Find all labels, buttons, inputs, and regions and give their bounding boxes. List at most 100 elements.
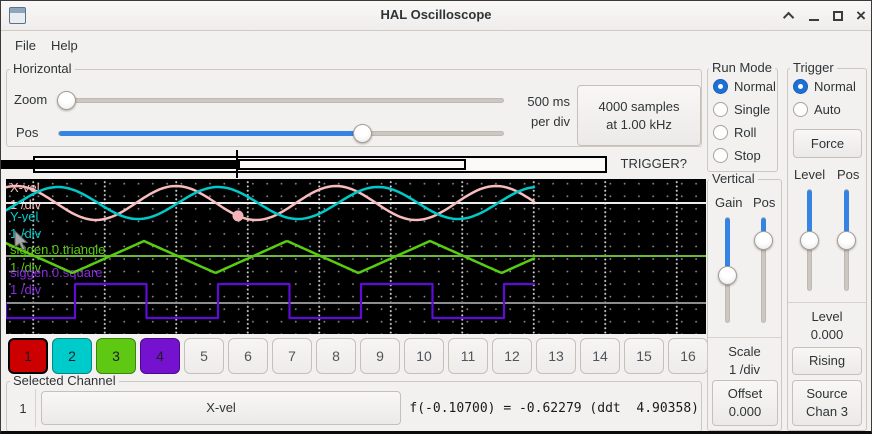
trigger-source-line2: Chan 3	[806, 403, 848, 421]
timebase-unit: per div	[506, 114, 570, 129]
channel-button-3[interactable]: 3	[96, 338, 136, 374]
trigger-edge-button[interactable]: Rising	[792, 347, 862, 375]
app-window: HAL Oscilloscope × File Help Horizontal …	[0, 0, 872, 434]
trigger-mode-auto[interactable]: Auto	[793, 102, 856, 117]
radio-label: Normal	[734, 79, 776, 94]
samples-line1: 4000 samples	[599, 98, 680, 116]
slider-handle[interactable]	[57, 91, 76, 110]
radio-icon	[793, 102, 808, 117]
channel-button-1[interactable]: 1	[8, 338, 48, 374]
menu-help[interactable]: Help	[45, 36, 84, 55]
trigger-level-slider[interactable]	[807, 189, 812, 291]
slider-handle[interactable]	[837, 231, 856, 250]
minimize-icon	[809, 19, 819, 21]
maximize-icon	[833, 11, 843, 21]
record-view-bar	[238, 159, 466, 170]
window-title: HAL Oscilloscope	[1, 7, 871, 22]
channel-button-4[interactable]: 4	[140, 338, 180, 374]
horizontal-pos-slider[interactable]	[58, 131, 504, 136]
record-cursor[interactable]	[236, 150, 238, 178]
radio-icon	[713, 148, 728, 163]
radio-label: Stop	[734, 148, 761, 163]
channel-button-11[interactable]: 11	[448, 338, 488, 374]
radio-icon	[793, 79, 808, 94]
force-trigger-label: Force	[811, 135, 844, 153]
selected-channel-group-label: Selected Channel	[10, 374, 119, 388]
selected-channel-number: 1	[15, 401, 31, 416]
channel-button-10[interactable]: 10	[404, 338, 444, 374]
scale-caption: Scale	[708, 344, 781, 359]
radio-icon	[713, 102, 728, 117]
channel-source-button[interactable]: X-vel	[41, 391, 401, 425]
divider	[35, 389, 36, 427]
trigger-edge-label: Rising	[809, 352, 845, 370]
trigger-pos-slider[interactable]	[844, 189, 849, 291]
samples-button[interactable]: 4000 samples at 1.00 kHz	[577, 85, 701, 146]
trigger-mode-normal[interactable]: Normal	[793, 79, 856, 94]
menu-file[interactable]: File	[9, 36, 42, 55]
trigger-level-caption: Level	[788, 309, 866, 324]
horizontal-zoom-slider[interactable]	[58, 98, 504, 103]
channel-button-12[interactable]: 12	[492, 338, 532, 374]
channel-button-16[interactable]: 16	[668, 338, 708, 374]
channel-button-9[interactable]: 9	[360, 338, 400, 374]
radio-label: Roll	[734, 125, 756, 140]
channel-button-14[interactable]: 14	[580, 338, 620, 374]
scope-traces	[6, 179, 706, 334]
trigger-group-label: Trigger	[790, 61, 837, 75]
record-filled-bar	[1, 160, 237, 169]
close-button[interactable]: ×	[851, 5, 871, 26]
timebase-value: 500 ms	[506, 94, 570, 109]
trigger-options: Normal Auto	[793, 79, 856, 117]
run-mode-roll[interactable]: Roll	[713, 125, 776, 140]
offset-caption: Offset	[728, 385, 762, 403]
offset-button[interactable]: Offset 0.000	[712, 380, 778, 426]
maximize-button[interactable]	[828, 5, 848, 26]
chevron-up-icon	[783, 11, 794, 22]
trigger-source-button[interactable]: Source Chan 3	[792, 380, 862, 426]
channel-source-label: X-vel	[206, 399, 236, 417]
channel-button-7[interactable]: 7	[272, 338, 312, 374]
channel-button-5[interactable]: 5	[184, 338, 224, 374]
radio-icon	[713, 125, 728, 140]
vertical-pos-col-label: Pos	[753, 195, 775, 210]
trigger-source-line1: Source	[806, 385, 847, 403]
trigger-pos-col-label: Pos	[837, 167, 859, 182]
run-mode-options: Normal Single Roll Stop	[713, 79, 776, 163]
gain-col-label: Gain	[715, 195, 742, 210]
run-mode-normal[interactable]: Normal	[713, 79, 776, 94]
minimize-button[interactable]	[804, 5, 824, 26]
run-mode-stop[interactable]: Stop	[713, 148, 776, 163]
channel-button-8[interactable]: 8	[316, 338, 356, 374]
channel-button-row: 12345678910111213141516	[8, 338, 708, 374]
samples-line2: at 1.00 kHz	[606, 116, 672, 134]
close-icon: ×	[856, 7, 866, 24]
force-trigger-button[interactable]: Force	[793, 129, 862, 158]
vertical-pos-slider[interactable]	[761, 217, 766, 323]
trigger-group	[787, 68, 867, 431]
scope-display[interactable]: X-vel1 /divY-vel1 /divsiggen.0.triangle1…	[6, 179, 706, 334]
slider-handle[interactable]	[800, 231, 819, 250]
radio-icon	[713, 79, 728, 94]
divider	[788, 302, 866, 303]
run-mode-group-label: Run Mode	[709, 61, 775, 75]
trigger-level-value: 0.000	[788, 327, 866, 342]
channel-button-13[interactable]: 13	[536, 338, 576, 374]
radio-label: Single	[734, 102, 770, 117]
channel-button-15[interactable]: 15	[624, 338, 664, 374]
scale-value: 1 /div	[708, 362, 781, 377]
horizontal-group-label: Horizontal	[10, 62, 75, 76]
channel-button-6[interactable]: 6	[228, 338, 268, 374]
pos-slider-label: Pos	[16, 125, 38, 140]
titlebar: HAL Oscilloscope ×	[1, 1, 871, 31]
radio-label: Normal	[814, 79, 856, 94]
offset-value: 0.000	[729, 403, 762, 421]
menubar: File Help	[1, 32, 871, 57]
value-readout: f(-0.10700) = -0.62279 (ddt 4.90358)	[405, 401, 699, 416]
shade-button[interactable]	[780, 5, 800, 26]
run-mode-single[interactable]: Single	[713, 102, 776, 117]
vertical-gain-slider[interactable]	[725, 217, 730, 323]
channel-button-2[interactable]: 2	[52, 338, 92, 374]
trigger-level-col-label: Level	[794, 167, 825, 182]
vertical-group-label: Vertical	[709, 172, 758, 186]
